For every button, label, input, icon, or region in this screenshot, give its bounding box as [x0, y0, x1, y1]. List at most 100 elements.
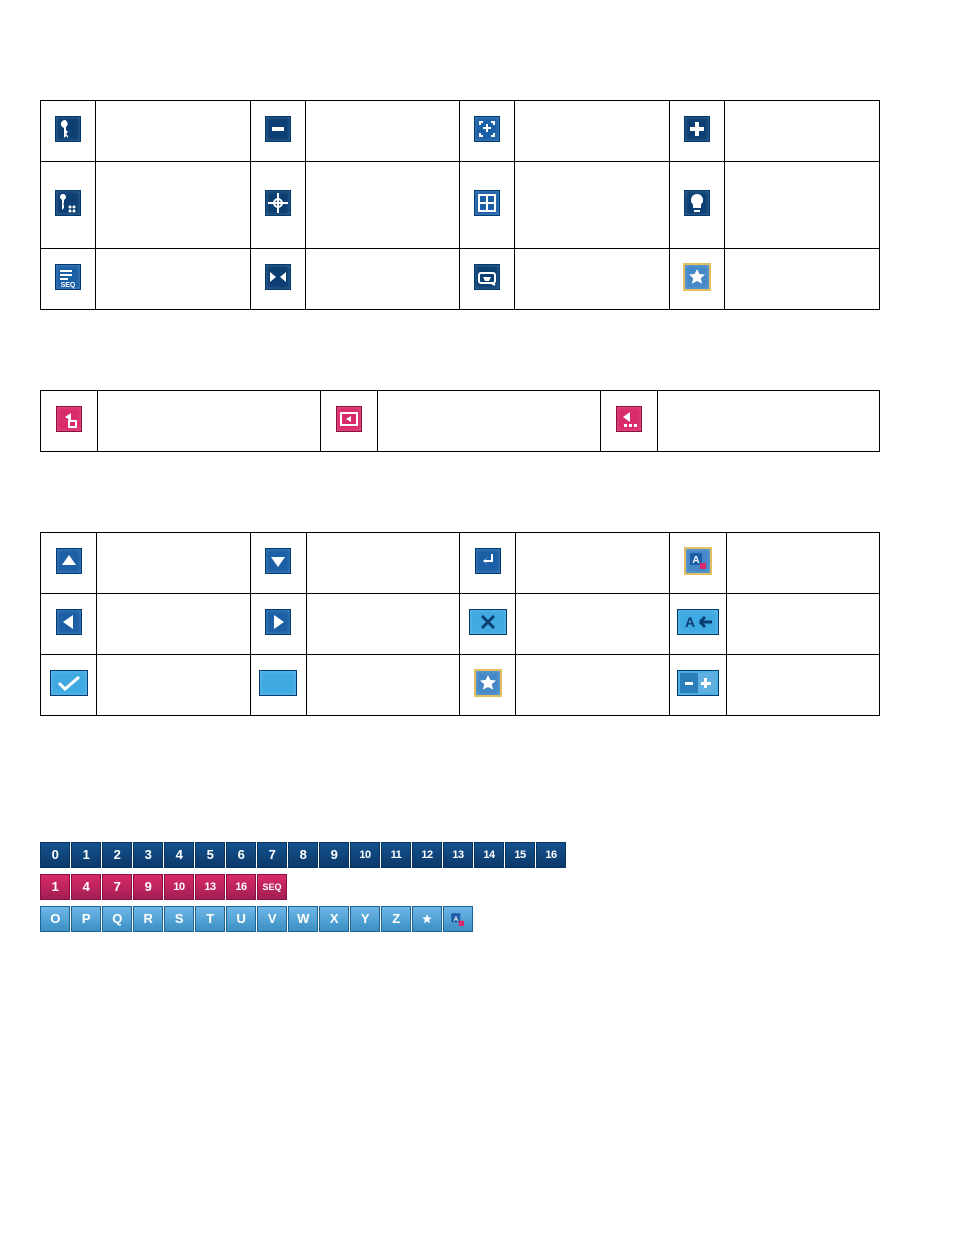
label [97, 594, 250, 655]
label [516, 594, 669, 655]
letter-strip-light: OPQRSTUVWXYZA [40, 906, 914, 932]
back-box-icon [56, 406, 82, 432]
label [515, 162, 670, 249]
svg-text:A: A [685, 614, 695, 630]
key-icon [55, 116, 81, 142]
chip-a: A [443, 906, 473, 932]
chip-v: V [257, 906, 287, 932]
chip-1: 1 [71, 842, 101, 868]
chip-7: 7 [102, 874, 132, 900]
chip-16: 16 [536, 842, 566, 868]
label [306, 655, 459, 716]
chip-w: W [288, 906, 318, 932]
left-arrow-icon [56, 609, 82, 635]
back-dots-icon [616, 406, 642, 432]
chip-t: T [195, 906, 225, 932]
enter-icon [475, 548, 501, 574]
crosshair-icon [265, 190, 291, 216]
chip-6: 6 [226, 842, 256, 868]
plus-minus-toggle-icon [677, 670, 719, 696]
chip-1: 1 [40, 874, 70, 900]
label [516, 533, 669, 594]
key-dots-icon [55, 190, 81, 216]
chip-r: R [133, 906, 163, 932]
inbox-icon [474, 264, 500, 290]
chip-9: 9 [319, 842, 349, 868]
a-back-icon: A [677, 609, 719, 635]
chip-0: 0 [40, 842, 70, 868]
label [97, 533, 250, 594]
svg-text:SEQ: SEQ [61, 282, 76, 289]
label [306, 594, 459, 655]
label [658, 391, 880, 452]
chip-z: Z [381, 906, 411, 932]
icon-table-2 [40, 390, 880, 452]
label [725, 162, 880, 249]
right-arrow-icon [265, 609, 291, 635]
chip-x: X [319, 906, 349, 932]
label [95, 101, 250, 162]
label [95, 249, 250, 310]
label [515, 249, 670, 310]
chip-3: 3 [133, 842, 163, 868]
seq-icon: SEQ [55, 264, 81, 290]
label [305, 101, 460, 162]
star-frame-icon [683, 263, 711, 291]
box-crosshair-icon [474, 190, 500, 216]
chip-13: 13 [195, 874, 225, 900]
label [725, 101, 880, 162]
chip-* [412, 906, 442, 932]
label [98, 391, 321, 452]
number-strip-dark: 012345678910111213141516 [40, 842, 914, 868]
label [726, 594, 879, 655]
chip-4: 4 [164, 842, 194, 868]
a-box-icon: A [684, 547, 712, 575]
label [95, 162, 250, 249]
icon-table-3: A A [40, 532, 880, 716]
chip-8: 8 [288, 842, 318, 868]
label [305, 162, 460, 249]
chip-10: 10 [350, 842, 380, 868]
star-frame2-icon [474, 669, 502, 697]
label [726, 655, 879, 716]
label [726, 533, 879, 594]
chip-4: 4 [71, 874, 101, 900]
chip-5: 5 [195, 842, 225, 868]
up-arrow-icon [56, 548, 82, 574]
check-icon [50, 670, 88, 696]
chip-q: Q [102, 906, 132, 932]
chip-16: 16 [226, 874, 256, 900]
label [306, 533, 459, 594]
chip-15: 15 [505, 842, 535, 868]
chip-y: Y [350, 906, 380, 932]
svg-text:A: A [454, 915, 459, 922]
shuffle-icon [265, 264, 291, 290]
label [725, 249, 880, 310]
chip-s: S [164, 906, 194, 932]
label [515, 101, 670, 162]
chip-12: 12 [412, 842, 442, 868]
chip-10: 10 [164, 874, 194, 900]
plus-icon [684, 116, 710, 142]
label [305, 249, 460, 310]
svg-text:A: A [692, 555, 699, 566]
chip-2: 2 [102, 842, 132, 868]
number-strip-pink: 1479101316SEQ [40, 874, 914, 900]
chip-11: 11 [381, 842, 411, 868]
icon-table-1: SEQ [40, 100, 880, 310]
chip-7: 7 [257, 842, 287, 868]
chip-u: U [226, 906, 256, 932]
plus-minus-bracket-icon [474, 116, 500, 142]
chip-14: 14 [474, 842, 504, 868]
chip-seq: SEQ [257, 874, 287, 900]
blank-button-icon [259, 670, 297, 696]
chip-9: 9 [133, 874, 163, 900]
label [97, 655, 250, 716]
chip-13: 13 [443, 842, 473, 868]
lightbulb-icon [684, 190, 710, 216]
label [378, 391, 601, 452]
down-arrow-icon [265, 548, 291, 574]
minus-icon [265, 116, 291, 142]
back-arrow-icon [336, 406, 362, 432]
chip-o: O [40, 906, 70, 932]
